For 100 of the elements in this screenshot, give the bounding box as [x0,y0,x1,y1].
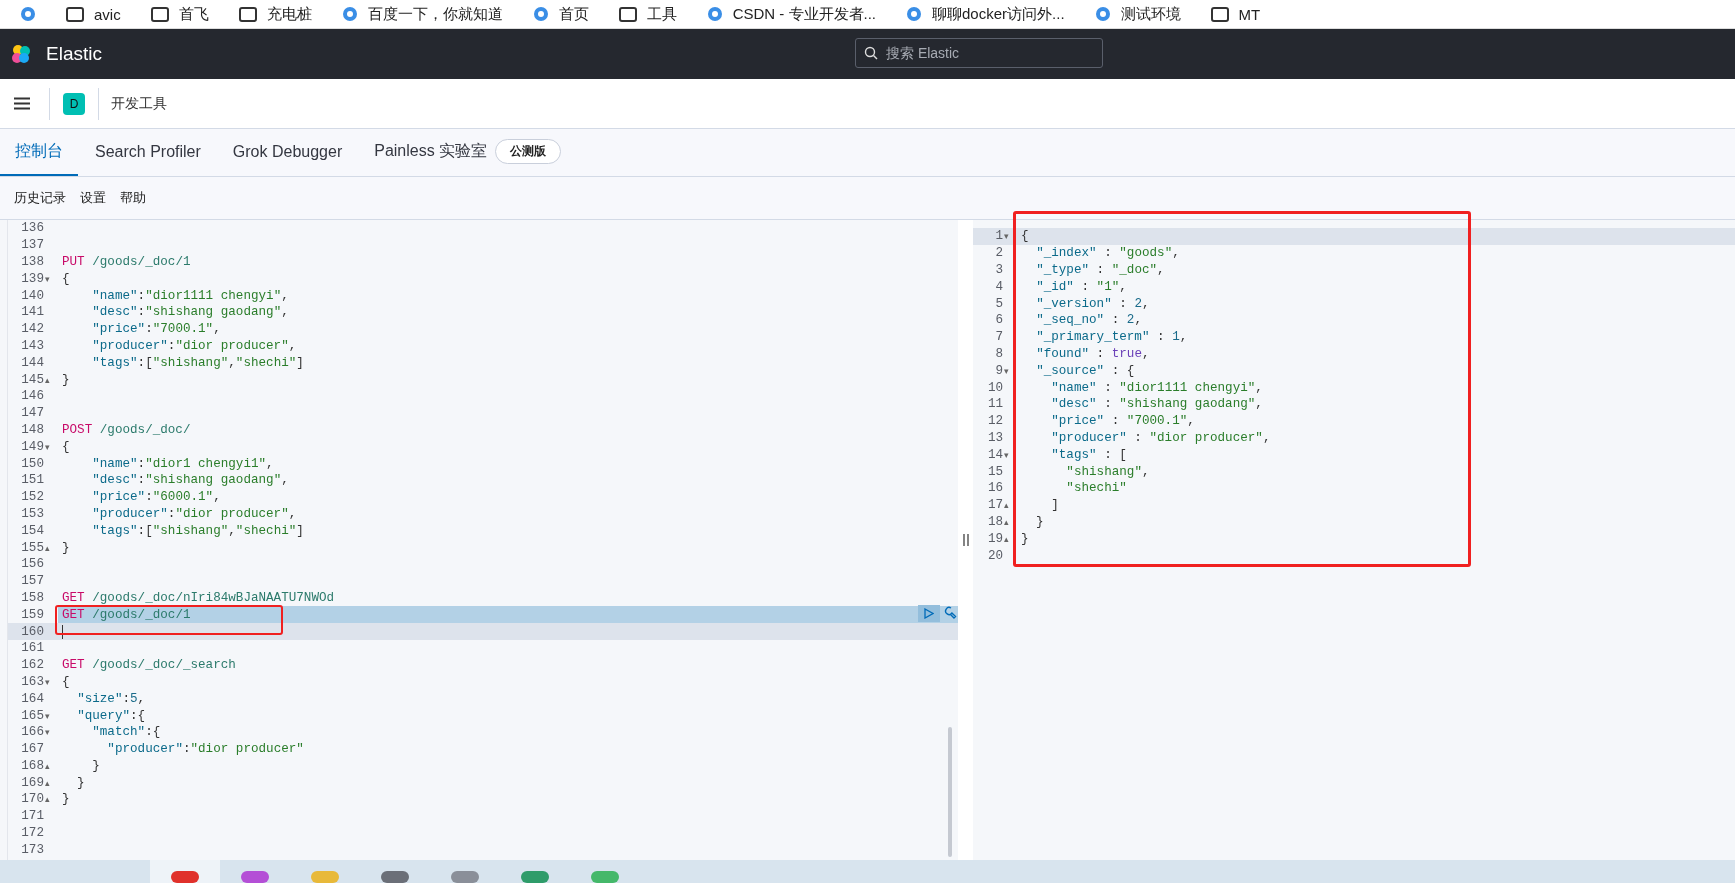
line-number: 149 [21,439,44,454]
bookmark-label[interactable]: 首飞 [178,4,209,24]
line-number: 5 [995,296,1003,311]
fold-toggle[interactable]: ▾ [1004,230,1013,243]
bookmark-label[interactable]: avic [94,5,121,23]
line-number: 166 [21,725,44,740]
tab[interactable]: Painless 实验室 公测版 [359,129,577,176]
line-number: 146 [21,389,44,404]
code-text: } [91,758,100,773]
line-number: 8 [995,346,1003,361]
line-number: 6 [995,313,1003,328]
breadcrumb-item: 开发工具 [111,94,167,113]
code-text: PUT /goods/_doc/1 [61,255,191,269]
bookmark-label[interactable]: MT [1238,5,1261,23]
line-number: 167 [21,742,44,757]
line-number: 145 [21,372,44,387]
line-number: 139 [21,271,44,286]
fold-toggle[interactable]: ▴ [1004,532,1013,545]
line-number: 137 [21,238,44,253]
bookmark[interactable]: CSDN - 专业开发者... [706,4,877,24]
globe-icon [1094,6,1111,22]
code-text: "producer":"dior producer" [106,742,304,757]
bookmark-label[interactable]: 首页 [558,4,589,24]
bookmark[interactable]: 充电桩 [238,4,312,24]
fold-toggle[interactable]: ▾ [45,726,54,739]
scrollbar[interactable] [948,727,952,857]
fold-toggle[interactable]: ▴ [1004,515,1013,528]
taskbar-icon[interactable] [381,871,409,883]
bookmark[interactable]: 测试环境 [1094,4,1181,24]
bookmark-label[interactable]: CSDN - 专业开发者... [732,4,877,24]
line-number: 18 [987,514,1003,529]
bookmark[interactable]: 百度一下，你就知道 [341,4,503,24]
search-field[interactable]: 搜索 Elastic [855,38,1103,68]
line-number: 169 [21,775,44,790]
line-number: 158 [21,590,44,605]
bookmark[interactable]: avic [66,5,121,23]
bookmark-label[interactable]: 工具 [646,4,677,24]
space-avatar[interactable]: D [63,92,85,115]
bookmark-label[interactable]: 充电桩 [266,4,312,24]
code-text: "match":{ [91,725,161,740]
bookmark-label[interactable]: 百度一下，你就知道 [367,4,503,24]
line-number: 164 [21,691,44,706]
globe-icon [906,6,923,22]
line-number: 1 [995,229,1003,244]
code-text: "shishang", [1065,464,1150,479]
code-text: } [1035,514,1044,529]
fold-toggle[interactable]: ▴ [1004,499,1013,512]
line-number: 144 [21,355,44,370]
fold-toggle[interactable]: ▴ [45,373,54,386]
fold-toggle[interactable]: ▾ [45,675,54,688]
code-text: } [76,775,85,790]
tab[interactable]: Search Profiler [80,129,216,176]
fold-toggle[interactable]: ▾ [45,440,54,453]
line-number: 162 [21,658,44,673]
bookmark-label[interactable]: 聊聊docker访问外... [932,4,1065,24]
code-text: "name" : "dior1111 chengyi", [1050,380,1263,395]
fold-toggle[interactable]: ▴ [45,541,54,554]
taskbar-icon[interactable] [591,871,619,883]
taskbar-icon[interactable] [171,871,199,883]
fold-toggle[interactable]: ▴ [45,776,54,789]
line-number: 171 [21,809,44,824]
bookmark[interactable]: 聊聊docker访问外... [906,4,1065,24]
tab[interactable]: Grok Debugger [217,129,358,176]
bookmark[interactable]: 首飞 [150,4,209,24]
folder-icon [618,6,637,22]
menu-icon[interactable] [14,97,30,110]
fold-toggle[interactable]: ▾ [45,272,54,285]
code-text: "_source" : { [1035,363,1135,378]
line-number: 11 [987,397,1003,412]
fold-toggle[interactable]: ▾ [1004,448,1013,461]
line-number: 159 [21,607,44,622]
fold-toggle[interactable]: ▾ [45,709,54,722]
bookmark-label[interactable]: 测试环境 [1120,4,1181,24]
line-number: 157 [21,574,44,589]
code-text: } [61,792,70,807]
bookmark[interactable]: 首页 [532,4,589,24]
resize-handle[interactable] [962,534,969,546]
menu-link[interactable]: 帮助 [120,189,146,207]
bookmark[interactable]: 工具 [618,4,677,24]
code-text: "_version" : 2, [1035,296,1150,311]
line-number: 153 [21,506,44,521]
bookmark[interactable]: MT [1210,5,1261,23]
line-number: 2 [995,246,1003,261]
fold-toggle[interactable]: ▴ [45,793,54,806]
run-button[interactable] [918,605,940,623]
taskbar-icon[interactable] [521,871,549,883]
menu-link[interactable]: 设置 [80,189,106,207]
beta-badge: 公测版 [495,139,562,164]
code-text: } [61,540,70,555]
line-number: 19 [987,531,1003,546]
fold-toggle[interactable]: ▾ [1004,364,1013,377]
taskbar-icon[interactable] [241,871,269,883]
menu-link[interactable]: 历史记录 [14,189,66,207]
code-text: "price":"7000.1", [91,322,221,337]
taskbar-icon[interactable] [451,871,479,883]
code-text: "_type" : "_doc", [1035,263,1165,277]
fold-toggle[interactable]: ▴ [45,759,54,772]
code-text: "desc" : "shishang gaodang", [1050,397,1263,412]
line-number: 138 [21,255,44,269]
code-text: "found" : true, [1035,346,1150,361]
